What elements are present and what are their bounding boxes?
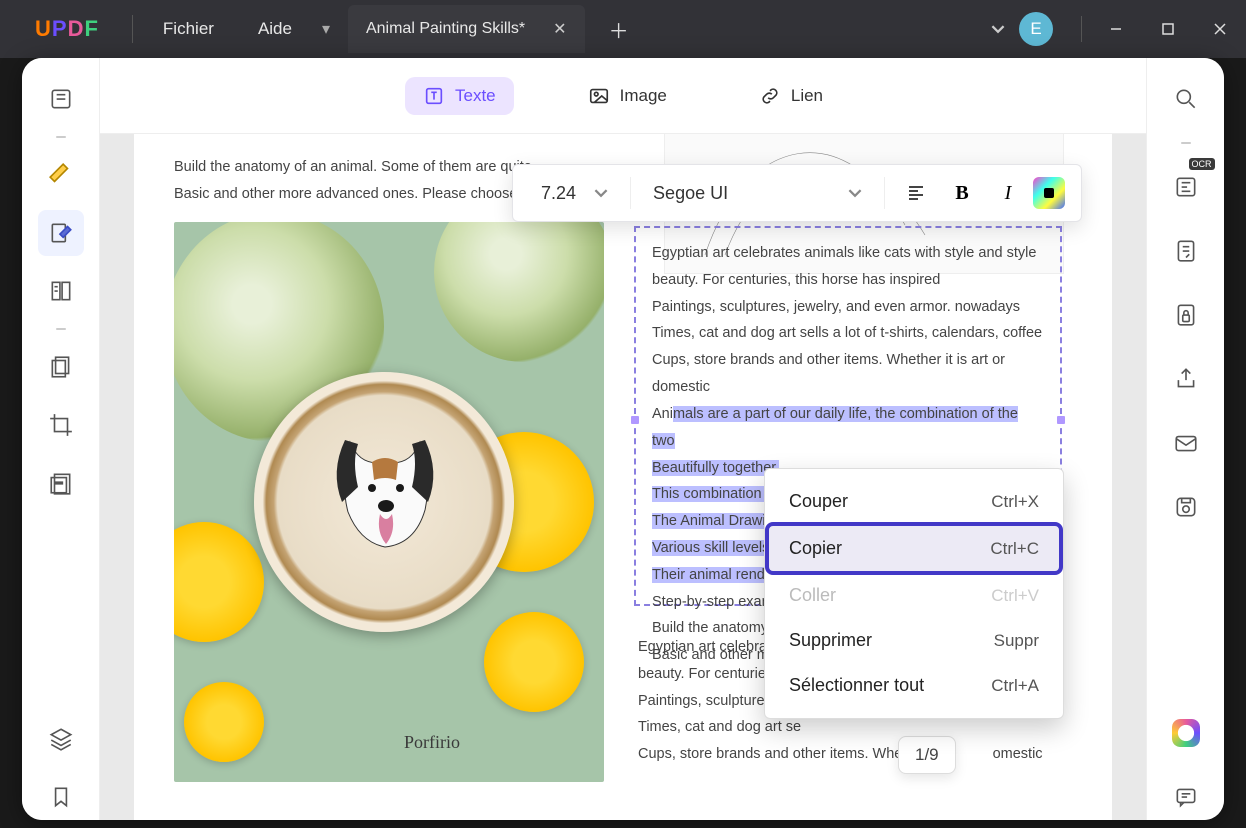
edit-link-label: Lien: [791, 86, 823, 106]
edit-tool-icon[interactable]: [38, 210, 84, 256]
resize-handle-right[interactable]: [1057, 416, 1065, 424]
edit-link-button[interactable]: Lien: [741, 77, 841, 115]
close-button[interactable]: [1194, 0, 1246, 58]
separator: [1081, 16, 1082, 42]
edit-mode-toolbar: Texte Image Lien: [100, 58, 1146, 134]
redact-icon[interactable]: [38, 460, 84, 506]
tab-dropdown[interactable]: ▾: [314, 19, 338, 39]
font-family-value: Segoe UI: [653, 183, 728, 204]
crop-icon[interactable]: [38, 402, 84, 448]
separator: [56, 136, 66, 138]
maximize-button[interactable]: [1142, 0, 1194, 58]
pages-icon[interactable]: [38, 344, 84, 390]
tab-title: Animal Painting Skills*: [366, 20, 525, 38]
font-color-button[interactable]: [1033, 177, 1065, 209]
edit-text-button[interactable]: Texte: [405, 77, 514, 115]
layers-icon[interactable]: [38, 716, 84, 762]
font-size-value: 7.24: [541, 183, 576, 204]
context-delete[interactable]: SupprimerSuppr: [765, 618, 1063, 663]
context-cut[interactable]: CouperCtrl+X: [765, 479, 1063, 524]
mail-icon[interactable]: [1163, 420, 1209, 466]
document-tab[interactable]: Animal Painting Skills* ✕: [348, 5, 585, 53]
ai-assistant-icon[interactable]: [1163, 710, 1209, 756]
left-toolbar: [22, 58, 100, 820]
page-indicator[interactable]: 1/9: [898, 736, 956, 774]
text-format-bar[interactable]: 7.24 Segoe UI B I: [512, 164, 1082, 222]
edit-image-button[interactable]: Image: [570, 77, 685, 115]
separator: [56, 328, 66, 330]
separator: [132, 15, 133, 43]
chevron-down-icon[interactable]: [991, 22, 1005, 36]
context-copy[interactable]: CopierCtrl+C: [769, 526, 1059, 571]
context-paste: CollerCtrl+V: [765, 573, 1063, 618]
reader-mode-icon[interactable]: [38, 76, 84, 122]
font-size-select[interactable]: 7.24: [529, 183, 620, 204]
menu-help[interactable]: Aide: [236, 19, 314, 39]
app-logo: UPDF: [35, 16, 99, 42]
right-toolbar: OCR: [1146, 58, 1224, 820]
share-icon[interactable]: [1163, 356, 1209, 402]
italic-button[interactable]: I: [987, 172, 1029, 214]
page-organize-icon[interactable]: [38, 268, 84, 314]
embroidery-image: Porfirio: [174, 222, 604, 782]
protect-icon[interactable]: [1163, 292, 1209, 338]
workspace: Texte Image Lien OCR 7.24 Segoe UI: [22, 58, 1224, 820]
ocr-icon[interactable]: OCR: [1163, 164, 1209, 210]
highlight-tool-icon[interactable]: [38, 152, 84, 198]
form-icon[interactable]: [1163, 228, 1209, 274]
ocr-badge: OCR: [1189, 158, 1215, 170]
bold-button[interactable]: B: [941, 172, 983, 214]
context-select-all[interactable]: Sélectionner toutCtrl+A: [765, 663, 1063, 708]
tab-add-button[interactable]: ＋: [603, 13, 635, 45]
search-icon[interactable]: [1163, 76, 1209, 122]
edit-text-label: Texte: [455, 86, 496, 106]
save-icon[interactable]: [1163, 484, 1209, 530]
comment-panel-icon[interactable]: [1163, 774, 1209, 820]
separator: [884, 177, 885, 209]
title-bar: UPDF Fichier Aide ▾ Animal Painting Skil…: [0, 0, 1246, 58]
signature-text: Porfirio: [404, 732, 460, 753]
context-menu: CouperCtrl+X CopierCtrl+C CollerCtrl+V S…: [764, 468, 1064, 719]
resize-handle-left[interactable]: [631, 416, 639, 424]
user-avatar[interactable]: E: [1019, 12, 1053, 46]
tab-close-icon[interactable]: ✕: [553, 19, 566, 39]
separator: [1181, 142, 1191, 144]
edit-image-label: Image: [620, 86, 667, 106]
font-family-select[interactable]: Segoe UI: [641, 183, 874, 204]
align-icon[interactable]: [895, 172, 937, 214]
menu-file[interactable]: Fichier: [141, 19, 236, 39]
bookmark-icon[interactable]: [38, 774, 84, 820]
minimize-button[interactable]: [1090, 0, 1142, 58]
separator: [630, 177, 631, 209]
